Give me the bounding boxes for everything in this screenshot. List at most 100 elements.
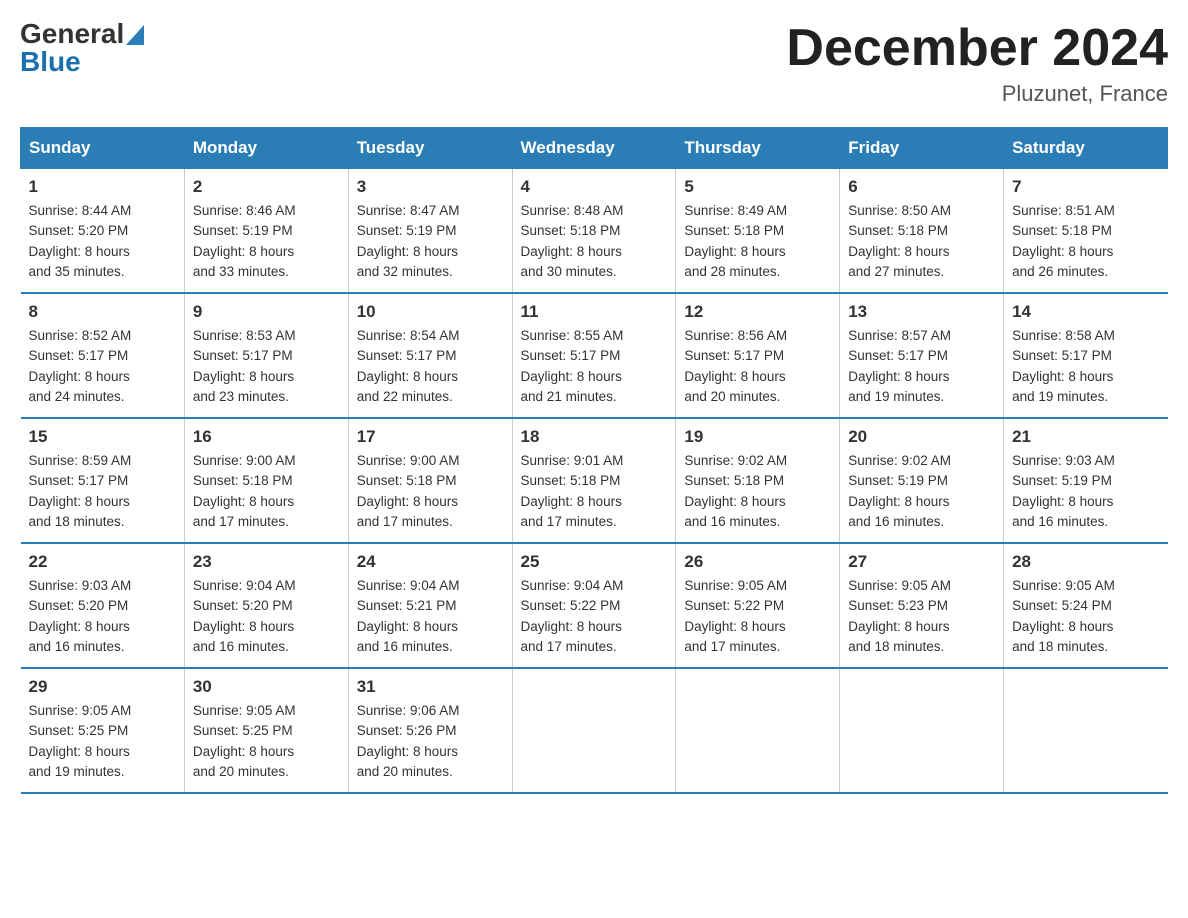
day-info: Sunrise: 8:50 AM Sunset: 5:18 PM Dayligh… [848, 201, 995, 282]
calendar-week-row: 15 Sunrise: 8:59 AM Sunset: 5:17 PM Dayl… [21, 418, 1168, 543]
calendar-cell: 11 Sunrise: 8:55 AM Sunset: 5:17 PM Dayl… [512, 293, 676, 418]
day-number: 5 [684, 177, 831, 197]
day-info: Sunrise: 8:56 AM Sunset: 5:17 PM Dayligh… [684, 326, 831, 407]
day-info: Sunrise: 9:00 AM Sunset: 5:18 PM Dayligh… [357, 451, 504, 532]
day-info: Sunrise: 8:57 AM Sunset: 5:17 PM Dayligh… [848, 326, 995, 407]
day-info: Sunrise: 8:59 AM Sunset: 5:17 PM Dayligh… [29, 451, 176, 532]
logo-blue-text: Blue [20, 48, 81, 76]
day-number: 2 [193, 177, 340, 197]
day-number: 29 [29, 677, 176, 697]
day-number: 26 [684, 552, 831, 572]
day-info: Sunrise: 9:05 AM Sunset: 5:24 PM Dayligh… [1012, 576, 1159, 657]
col-saturday: Saturday [1004, 128, 1168, 169]
calendar-cell: 26 Sunrise: 9:05 AM Sunset: 5:22 PM Dayl… [676, 543, 840, 668]
calendar-cell: 30 Sunrise: 9:05 AM Sunset: 5:25 PM Dayl… [184, 668, 348, 793]
day-info: Sunrise: 8:46 AM Sunset: 5:19 PM Dayligh… [193, 201, 340, 282]
day-info: Sunrise: 9:04 AM Sunset: 5:21 PM Dayligh… [357, 576, 504, 657]
calendar-cell: 22 Sunrise: 9:03 AM Sunset: 5:20 PM Dayl… [21, 543, 185, 668]
day-info: Sunrise: 9:04 AM Sunset: 5:20 PM Dayligh… [193, 576, 340, 657]
day-info: Sunrise: 9:06 AM Sunset: 5:26 PM Dayligh… [357, 701, 504, 782]
calendar-week-row: 8 Sunrise: 8:52 AM Sunset: 5:17 PM Dayli… [21, 293, 1168, 418]
logo: General Blue [20, 20, 144, 76]
calendar-cell: 16 Sunrise: 9:00 AM Sunset: 5:18 PM Dayl… [184, 418, 348, 543]
calendar-cell [840, 668, 1004, 793]
day-number: 21 [1012, 427, 1159, 447]
day-number: 10 [357, 302, 504, 322]
day-info: Sunrise: 8:47 AM Sunset: 5:19 PM Dayligh… [357, 201, 504, 282]
day-number: 11 [521, 302, 668, 322]
col-monday: Monday [184, 128, 348, 169]
day-info: Sunrise: 9:02 AM Sunset: 5:18 PM Dayligh… [684, 451, 831, 532]
day-number: 7 [1012, 177, 1159, 197]
logo-triangle-icon [126, 25, 144, 45]
day-number: 24 [357, 552, 504, 572]
calendar-cell: 25 Sunrise: 9:04 AM Sunset: 5:22 PM Dayl… [512, 543, 676, 668]
day-number: 15 [29, 427, 176, 447]
day-info: Sunrise: 8:52 AM Sunset: 5:17 PM Dayligh… [29, 326, 176, 407]
day-number: 19 [684, 427, 831, 447]
calendar-cell: 6 Sunrise: 8:50 AM Sunset: 5:18 PM Dayli… [840, 169, 1004, 294]
day-number: 4 [521, 177, 668, 197]
calendar-cell: 29 Sunrise: 9:05 AM Sunset: 5:25 PM Dayl… [21, 668, 185, 793]
calendar-cell: 8 Sunrise: 8:52 AM Sunset: 5:17 PM Dayli… [21, 293, 185, 418]
col-sunday: Sunday [21, 128, 185, 169]
calendar-cell: 24 Sunrise: 9:04 AM Sunset: 5:21 PM Dayl… [348, 543, 512, 668]
day-info: Sunrise: 9:02 AM Sunset: 5:19 PM Dayligh… [848, 451, 995, 532]
calendar-cell: 13 Sunrise: 8:57 AM Sunset: 5:17 PM Dayl… [840, 293, 1004, 418]
calendar-cell: 20 Sunrise: 9:02 AM Sunset: 5:19 PM Dayl… [840, 418, 1004, 543]
calendar-cell: 7 Sunrise: 8:51 AM Sunset: 5:18 PM Dayli… [1004, 169, 1168, 294]
calendar-cell: 4 Sunrise: 8:48 AM Sunset: 5:18 PM Dayli… [512, 169, 676, 294]
day-number: 9 [193, 302, 340, 322]
day-info: Sunrise: 9:03 AM Sunset: 5:20 PM Dayligh… [29, 576, 176, 657]
calendar-header-row: Sunday Monday Tuesday Wednesday Thursday… [21, 128, 1168, 169]
calendar-cell: 5 Sunrise: 8:49 AM Sunset: 5:18 PM Dayli… [676, 169, 840, 294]
day-info: Sunrise: 9:00 AM Sunset: 5:18 PM Dayligh… [193, 451, 340, 532]
calendar-table: Sunday Monday Tuesday Wednesday Thursday… [20, 127, 1168, 794]
calendar-week-row: 22 Sunrise: 9:03 AM Sunset: 5:20 PM Dayl… [21, 543, 1168, 668]
calendar-cell: 3 Sunrise: 8:47 AM Sunset: 5:19 PM Dayli… [348, 169, 512, 294]
col-friday: Friday [840, 128, 1004, 169]
day-number: 3 [357, 177, 504, 197]
day-info: Sunrise: 9:04 AM Sunset: 5:22 PM Dayligh… [521, 576, 668, 657]
day-number: 31 [357, 677, 504, 697]
day-info: Sunrise: 9:05 AM Sunset: 5:25 PM Dayligh… [29, 701, 176, 782]
day-info: Sunrise: 8:58 AM Sunset: 5:17 PM Dayligh… [1012, 326, 1159, 407]
calendar-cell [676, 668, 840, 793]
day-number: 14 [1012, 302, 1159, 322]
calendar-cell [1004, 668, 1168, 793]
day-number: 20 [848, 427, 995, 447]
calendar-week-row: 1 Sunrise: 8:44 AM Sunset: 5:20 PM Dayli… [21, 169, 1168, 294]
day-info: Sunrise: 9:05 AM Sunset: 5:25 PM Dayligh… [193, 701, 340, 782]
calendar-cell: 12 Sunrise: 8:56 AM Sunset: 5:17 PM Dayl… [676, 293, 840, 418]
day-info: Sunrise: 8:55 AM Sunset: 5:17 PM Dayligh… [521, 326, 668, 407]
day-info: Sunrise: 8:49 AM Sunset: 5:18 PM Dayligh… [684, 201, 831, 282]
day-number: 25 [521, 552, 668, 572]
calendar-cell: 10 Sunrise: 8:54 AM Sunset: 5:17 PM Dayl… [348, 293, 512, 418]
calendar-cell: 23 Sunrise: 9:04 AM Sunset: 5:20 PM Dayl… [184, 543, 348, 668]
calendar-cell: 27 Sunrise: 9:05 AM Sunset: 5:23 PM Dayl… [840, 543, 1004, 668]
calendar-cell [512, 668, 676, 793]
calendar-cell: 18 Sunrise: 9:01 AM Sunset: 5:18 PM Dayl… [512, 418, 676, 543]
day-info: Sunrise: 8:54 AM Sunset: 5:17 PM Dayligh… [357, 326, 504, 407]
day-info: Sunrise: 9:05 AM Sunset: 5:22 PM Dayligh… [684, 576, 831, 657]
day-number: 18 [521, 427, 668, 447]
logo-general-text: General [20, 20, 124, 48]
calendar-cell: 31 Sunrise: 9:06 AM Sunset: 5:26 PM Dayl… [348, 668, 512, 793]
calendar-cell: 21 Sunrise: 9:03 AM Sunset: 5:19 PM Dayl… [1004, 418, 1168, 543]
title-area: December 2024 Pluzunet, France [786, 20, 1168, 107]
col-thursday: Thursday [676, 128, 840, 169]
day-number: 12 [684, 302, 831, 322]
day-number: 1 [29, 177, 176, 197]
day-number: 28 [1012, 552, 1159, 572]
day-info: Sunrise: 8:51 AM Sunset: 5:18 PM Dayligh… [1012, 201, 1159, 282]
calendar-cell: 19 Sunrise: 9:02 AM Sunset: 5:18 PM Dayl… [676, 418, 840, 543]
day-number: 27 [848, 552, 995, 572]
col-wednesday: Wednesday [512, 128, 676, 169]
day-number: 13 [848, 302, 995, 322]
day-info: Sunrise: 8:48 AM Sunset: 5:18 PM Dayligh… [521, 201, 668, 282]
calendar-cell: 15 Sunrise: 8:59 AM Sunset: 5:17 PM Dayl… [21, 418, 185, 543]
day-info: Sunrise: 8:53 AM Sunset: 5:17 PM Dayligh… [193, 326, 340, 407]
page-header: General Blue December 2024 Pluzunet, Fra… [20, 20, 1168, 107]
page-title: December 2024 [786, 20, 1168, 77]
day-info: Sunrise: 9:03 AM Sunset: 5:19 PM Dayligh… [1012, 451, 1159, 532]
